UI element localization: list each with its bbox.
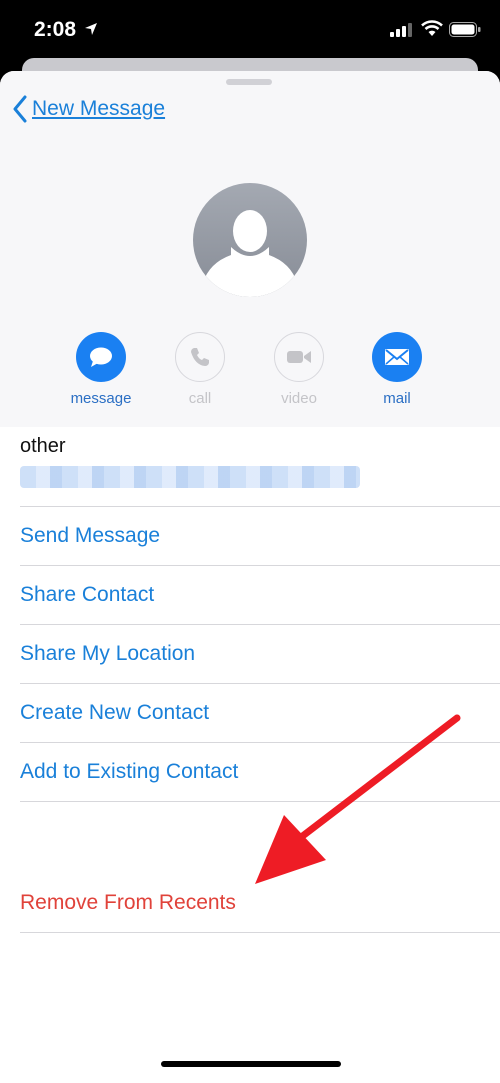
- wifi-icon: [421, 20, 443, 36]
- cellular-signal-icon: [390, 23, 412, 37]
- contact-sheet: New Message message call video mail othe…: [0, 71, 500, 1083]
- message-bubble-icon: [90, 347, 112, 367]
- status-bar: 2:08: [0, 0, 500, 62]
- phone-icon: [191, 348, 209, 366]
- call-action-label: call: [188, 390, 212, 407]
- envelope-icon: [385, 349, 409, 365]
- call-action: call: [150, 332, 250, 407]
- back-button[interactable]: New Message: [12, 95, 165, 123]
- message-action[interactable]: message: [51, 332, 151, 407]
- menu-item-add-to-existing-contact[interactable]: Add to Existing Contact: [20, 742, 500, 801]
- menu-item-send-message[interactable]: Send Message: [20, 506, 500, 565]
- blurred-contact-value: [20, 466, 360, 488]
- status-time: 2:08: [34, 18, 77, 41]
- home-indicator[interactable]: [161, 1061, 341, 1067]
- remove-from-recents-label: Remove From Recents: [20, 890, 236, 914]
- video-camera-icon: [287, 351, 311, 363]
- back-button-label: New Message: [32, 97, 166, 120]
- chevron-left-icon: [13, 95, 27, 123]
- info-label: other: [20, 435, 66, 457]
- contact-actions: message call video mail: [0, 332, 500, 412]
- menu-item-share-my-location[interactable]: Share My Location: [20, 624, 500, 683]
- mail-action[interactable]: mail: [347, 332, 447, 407]
- menu-item-label: Share Contact: [20, 583, 155, 606]
- menu-item-label: Add to Existing Contact: [20, 760, 239, 783]
- menu-item-label: Create New Contact: [20, 701, 210, 724]
- menu-item-label: Share My Location: [20, 642, 196, 665]
- remove-from-recents-button[interactable]: Remove From Recents: [20, 873, 500, 933]
- video-action: video: [249, 332, 349, 407]
- contact-info[interactable]: other: [20, 435, 360, 488]
- contact-menu-list: Send Message Share Contact Share My Loca…: [0, 506, 500, 802]
- sheet-grabber[interactable]: [226, 79, 272, 85]
- message-action-label: message: [70, 390, 132, 407]
- menu-item-label: Send Message: [20, 524, 161, 547]
- menu-list-end-divider: [20, 801, 500, 802]
- avatar: [193, 183, 307, 297]
- video-action-label: video: [281, 390, 317, 407]
- battery-icon: [449, 22, 481, 37]
- contact-header: New Message message call video mail: [0, 71, 500, 427]
- mail-action-label: mail: [383, 390, 411, 407]
- menu-item-create-new-contact[interactable]: Create New Contact: [20, 683, 500, 742]
- person-silhouette-icon: [193, 183, 307, 297]
- menu-item-share-contact[interactable]: Share Contact: [20, 565, 500, 624]
- location-arrow-icon: [85, 23, 97, 35]
